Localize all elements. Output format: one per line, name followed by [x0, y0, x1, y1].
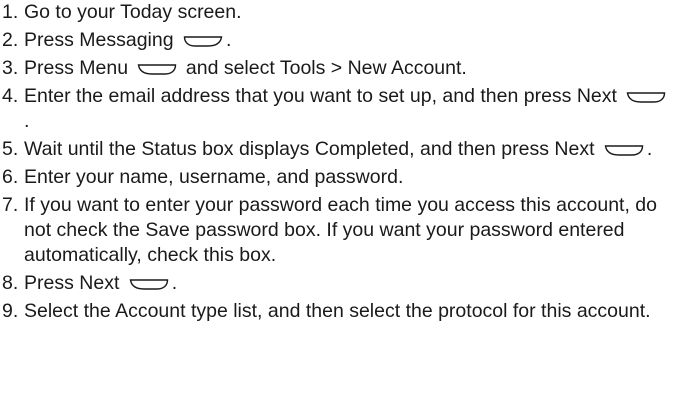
step-item: 9. Select the Account type list, and then…: [2, 299, 674, 324]
step-text-segment: Select the Account type list, and then s…: [24, 300, 651, 322]
step-text: Press Menu and select Tools > New Accoun…: [24, 56, 674, 81]
softkey-left-icon: [137, 63, 177, 76]
step-text: Enter the email address that you want to…: [24, 84, 674, 134]
step-text-segment: .: [225, 29, 232, 51]
step-number: 9.: [2, 300, 19, 322]
step-text-segment: If you want to enter your password each …: [24, 194, 657, 266]
step-text: Press Messaging .: [24, 28, 674, 53]
step-item: 4. Enter the email address that you want …: [2, 84, 674, 134]
step-text-segment: Press Messaging: [24, 29, 179, 51]
softkey-right-icon: [183, 35, 223, 48]
instruction-list: 1. Go to your Today screen. 2. Press Messag…: [2, 0, 674, 327]
step-number: 8.: [2, 272, 19, 294]
step-text-segment: Press Next: [24, 272, 125, 294]
step-text-segment: .: [171, 272, 178, 294]
softkey-left-icon: [129, 278, 169, 291]
step-number: 1.: [2, 1, 19, 23]
step-text: Go to your Today screen.: [24, 0, 674, 25]
step-text-segment: Enter the email address that you want to…: [24, 85, 623, 107]
step-text: Wait until the Status box displays Compl…: [24, 137, 674, 162]
step-item: 2. Press Messaging .: [2, 28, 674, 53]
step-text: Enter your name, username, and password.: [24, 165, 674, 190]
step-number: 4.: [2, 85, 19, 107]
softkey-left-icon: [626, 91, 666, 104]
step-number: 7.: [2, 194, 19, 216]
step-item: 6. Enter your name, username, and passwor…: [2, 165, 674, 190]
step-text-segment: .: [646, 138, 653, 160]
step-text-segment: and select Tools > New Account.: [180, 57, 467, 79]
step-text-segment: Wait until the Status box displays Compl…: [24, 138, 600, 160]
step-item: 1. Go to your Today screen.: [2, 0, 674, 25]
step-number: 2.: [2, 29, 19, 51]
step-text-segment: Go to your Today screen.: [24, 1, 242, 23]
softkey-left-icon: [604, 144, 644, 157]
step-number: 3.: [2, 57, 19, 79]
step-item: 5. Wait until the Status box displays Com…: [2, 137, 674, 162]
step-item: 3. Press Menu and select Tools > New Acco…: [2, 56, 674, 81]
step-number: 6.: [2, 166, 19, 188]
step-item: 8. Press Next .: [2, 271, 674, 296]
step-item: 7. If you want to enter your password eac…: [2, 193, 674, 268]
step-text: Press Next .: [24, 271, 674, 296]
step-text-segment: .: [24, 110, 30, 132]
step-text: Select the Account type list, and then s…: [24, 299, 674, 324]
step-text-segment: Press Menu: [24, 57, 134, 79]
step-number: 5.: [2, 138, 19, 160]
step-text-segment: Enter your name, username, and password.: [24, 166, 404, 188]
step-text: If you want to enter your password each …: [24, 193, 674, 268]
